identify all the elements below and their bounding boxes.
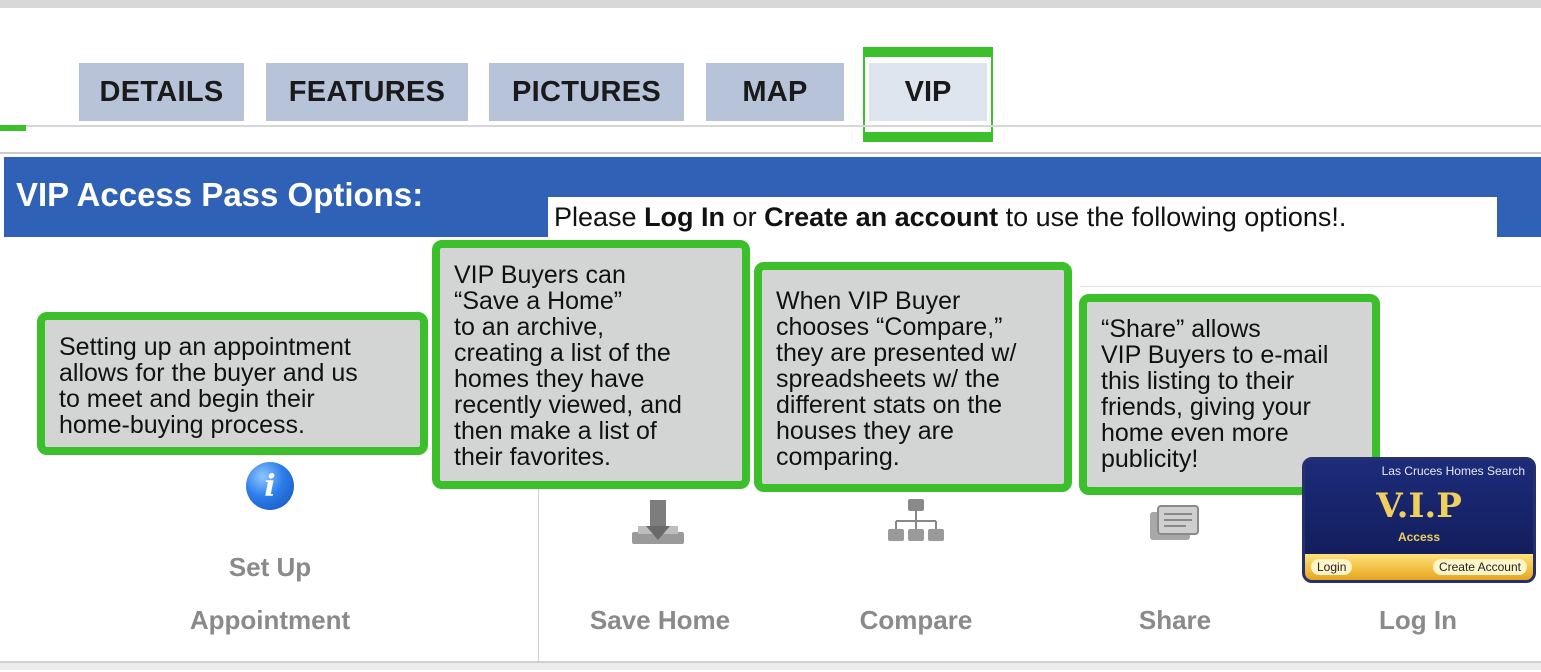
login-notice: Please Log In or Create an account to us… (548, 197, 1497, 237)
notice-prefix: Please (554, 202, 645, 232)
badge-subtitle: Access (1397, 530, 1441, 544)
tab-strip-accent (0, 125, 26, 131)
compare-icon[interactable] (886, 497, 946, 551)
badge-button-bar: Login Create Account (1305, 554, 1533, 580)
badge-title: V.I.P (1376, 486, 1462, 526)
tab-vip[interactable]: VIP (869, 63, 987, 121)
save-home-icon[interactable] (628, 496, 688, 550)
tab-features[interactable]: FEATURES (266, 63, 468, 121)
setup-appointment-link[interactable]: Appointment (150, 605, 390, 636)
callout-compare: When VIP Buyer chooses “Compare,” they a… (754, 262, 1072, 492)
callout-appointment: Setting up an appointment allows for the… (37, 312, 428, 455)
top-border (0, 0, 1541, 8)
tab-pictures[interactable]: PICTURES (489, 63, 684, 121)
badge-top-text: Las Cruces Homes Search (1381, 464, 1525, 478)
save-home-link[interactable]: Save Home (560, 605, 760, 636)
vip-access-badge: Las Cruces Homes Search V.I.P Access Log… (1302, 457, 1536, 583)
login-link-option[interactable]: Log In (1318, 605, 1518, 636)
info-icon[interactable]: i (246, 462, 294, 510)
tab-map[interactable]: MAP (706, 63, 844, 121)
notice-suffix: to use the following options!. (998, 202, 1347, 232)
share-link[interactable]: Share (1075, 605, 1275, 636)
badge-create-account-button[interactable]: Create Account (1432, 559, 1527, 575)
tab-details[interactable]: DETAILS (79, 63, 244, 121)
compare-link[interactable]: Compare (816, 605, 1016, 636)
share-icon[interactable] (1146, 500, 1204, 548)
row-divider (1080, 286, 1541, 287)
notice-middle: or (725, 202, 765, 232)
callout-save-home: VIP Buyers can “Save a Home” to an archi… (432, 240, 750, 489)
login-link[interactable]: Log In (644, 202, 725, 232)
badge-login-button[interactable]: Login (1311, 559, 1353, 575)
setup-label-line1[interactable]: Set Up (170, 552, 370, 583)
tab-strip-divider (0, 125, 1541, 127)
create-account-link[interactable]: Create an account (764, 202, 998, 232)
bottom-border (0, 663, 1541, 670)
vip-heading-title: VIP Access Pass Options: (16, 176, 424, 213)
